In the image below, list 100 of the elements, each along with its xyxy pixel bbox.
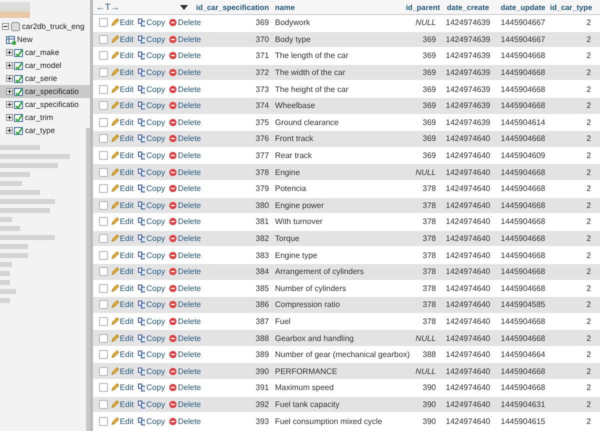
edit-link[interactable]: Edit — [120, 51, 134, 60]
delete-link[interactable]: Delete — [178, 34, 201, 44]
copy-icon[interactable] — [138, 234, 146, 244]
delete-icon[interactable] — [169, 118, 177, 127]
edit-link[interactable]: Edit — [120, 234, 134, 244]
delete-link[interactable]: Delete — [178, 18, 201, 28]
row-checkbox[interactable] — [99, 34, 108, 44]
edit-link[interactable]: Edit — [120, 416, 134, 426]
edit-link[interactable]: Edit — [120, 400, 134, 409]
copy-link[interactable]: Copy — [146, 334, 166, 343]
edit-link[interactable]: Edit — [120, 217, 134, 226]
edit-link[interactable]: Edit — [120, 316, 134, 326]
delete-icon[interactable] — [169, 217, 177, 226]
row-checkbox[interactable] — [99, 284, 108, 293]
row-checkbox[interactable] — [99, 184, 108, 194]
copy-icon[interactable] — [138, 151, 146, 160]
delete-icon[interactable] — [169, 334, 177, 343]
edit-link[interactable]: Edit — [120, 284, 134, 293]
delete-icon[interactable] — [169, 316, 177, 326]
delete-icon[interactable] — [169, 84, 177, 94]
edit-link[interactable]: Edit — [120, 383, 134, 392]
row-checkbox[interactable] — [99, 18, 108, 28]
copy-link[interactable]: Copy — [146, 300, 166, 310]
copy-link[interactable]: Copy — [146, 400, 166, 409]
delete-icon[interactable] — [169, 51, 177, 60]
row-checkbox[interactable] — [99, 383, 108, 392]
delete-link[interactable]: Delete — [178, 234, 201, 244]
row-checkbox[interactable] — [99, 118, 108, 127]
row-checkbox[interactable] — [99, 250, 108, 260]
copy-icon[interactable] — [138, 84, 146, 94]
edit-link[interactable]: Edit — [120, 168, 134, 177]
copy-link[interactable]: Copy — [146, 51, 166, 60]
delete-icon[interactable] — [169, 168, 177, 177]
delete-link[interactable]: Delete — [178, 68, 201, 78]
copy-link[interactable]: Copy — [146, 350, 166, 360]
copy-icon[interactable] — [138, 200, 146, 210]
copy-link[interactable]: Copy — [146, 316, 166, 326]
copy-icon[interactable] — [138, 168, 146, 177]
expand-icon[interactable] — [6, 127, 13, 134]
delete-icon[interactable] — [169, 267, 177, 276]
edit-link[interactable]: Edit — [120, 334, 134, 343]
copy-icon[interactable] — [138, 350, 146, 360]
delete-icon[interactable] — [169, 34, 177, 44]
copy-icon[interactable] — [138, 134, 146, 144]
delete-link[interactable]: Delete — [178, 217, 201, 226]
copy-icon[interactable] — [138, 284, 146, 293]
delete-link[interactable]: Delete — [178, 284, 201, 293]
row-checkbox[interactable] — [99, 350, 108, 360]
delete-icon[interactable] — [169, 366, 177, 376]
copy-icon[interactable] — [138, 366, 146, 376]
row-checkbox[interactable] — [99, 168, 108, 177]
row-checkbox[interactable] — [99, 200, 108, 210]
copy-link[interactable]: Copy — [146, 101, 166, 110]
row-checkbox[interactable] — [99, 134, 108, 144]
copy-link[interactable]: Copy — [146, 34, 166, 44]
expand-icon[interactable] — [6, 62, 13, 69]
copy-link[interactable]: Copy — [146, 284, 166, 293]
delete-link[interactable]: Delete — [178, 51, 201, 60]
delete-link[interactable]: Delete — [178, 101, 201, 110]
copy-icon[interactable] — [138, 118, 146, 127]
row-checkbox[interactable] — [99, 68, 108, 78]
expand-icon[interactable] — [6, 101, 13, 108]
copy-icon[interactable] — [138, 184, 146, 194]
edit-link[interactable]: Edit — [120, 267, 134, 276]
copy-link[interactable]: Copy — [146, 267, 166, 276]
edit-link[interactable]: Edit — [120, 101, 134, 110]
copy-link[interactable]: Copy — [146, 134, 166, 144]
copy-link[interactable]: Copy — [146, 217, 166, 226]
copy-link[interactable]: Copy — [146, 184, 166, 194]
edit-link[interactable]: Edit — [120, 84, 134, 94]
delete-icon[interactable] — [169, 234, 177, 244]
row-checkbox[interactable] — [99, 366, 108, 376]
copy-link[interactable]: Copy — [146, 68, 166, 78]
copy-link[interactable]: Copy — [146, 234, 166, 244]
copy-icon[interactable] — [138, 18, 146, 28]
delete-link[interactable]: Delete — [178, 334, 201, 343]
delete-link[interactable]: Delete — [178, 84, 201, 94]
collapse-icon[interactable] — [2, 23, 9, 30]
delete-icon[interactable] — [169, 383, 177, 392]
copy-link[interactable]: Copy — [146, 151, 166, 160]
copy-icon[interactable] — [138, 416, 146, 426]
caret-icon[interactable] — [180, 4, 188, 10]
row-checkbox[interactable] — [99, 151, 108, 160]
delete-link[interactable]: Delete — [178, 267, 201, 276]
delete-icon[interactable] — [169, 350, 177, 360]
copy-icon[interactable] — [138, 101, 146, 110]
delete-link[interactable]: Delete — [178, 200, 201, 210]
delete-link[interactable]: Delete — [178, 366, 201, 376]
copy-link[interactable]: Copy — [146, 168, 166, 177]
delete-icon[interactable] — [169, 68, 177, 78]
copy-icon[interactable] — [138, 300, 146, 310]
delete-link[interactable]: Delete — [178, 300, 201, 310]
delete-icon[interactable] — [169, 18, 177, 28]
delete-link[interactable]: Delete — [178, 168, 201, 177]
delete-icon[interactable] — [169, 134, 177, 144]
delete-link[interactable]: Delete — [178, 250, 201, 260]
delete-link[interactable]: Delete — [178, 416, 201, 426]
copy-link[interactable]: Copy — [146, 200, 166, 210]
copy-icon[interactable] — [138, 383, 146, 392]
delete-link[interactable]: Delete — [178, 400, 201, 409]
